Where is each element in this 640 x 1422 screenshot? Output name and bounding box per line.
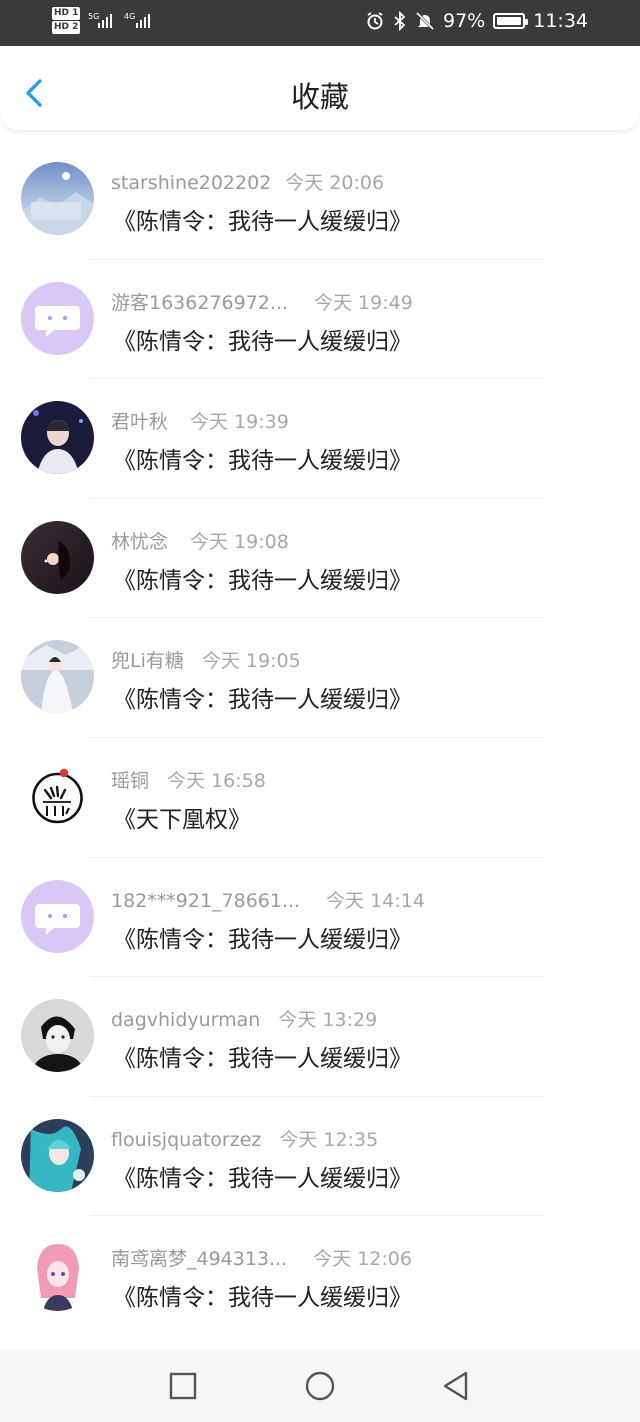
home-icon[interactable] (304, 1370, 336, 1402)
username: 瑶铜 (111, 769, 150, 792)
battery-icon (493, 13, 529, 29)
book-title[interactable]: 《陈情令：我待一人缓缓归》 (113, 920, 412, 954)
timestamp: 今天 19:08 (190, 530, 289, 553)
username: 182***921_78661... (111, 889, 301, 912)
list-item[interactable]: 兜Li有糖 今天 19:05 《陈情令：我待一人缓缓归》 (0, 618, 640, 738)
username: 兜Li有糖 (111, 650, 184, 673)
default-avatar-icon (21, 281, 94, 355)
username: 君叶秋 (111, 411, 169, 434)
book-title[interactable]: 《陈情令：我待一人缓缓归》 (113, 1159, 412, 1193)
avatar[interactable] (21, 520, 94, 594)
list-item[interactable]: dagvhidyurman 今天 13:29 《陈情令：我待一人缓缓归》 (0, 977, 640, 1097)
username: 南鸢离梦_494313... (111, 1248, 288, 1271)
timestamp: 今天 20:06 (285, 172, 385, 194)
avatar[interactable] (21, 281, 94, 355)
logo-avatar (21, 759, 94, 833)
list-item[interactable]: 182***921_78661... 今天 14:14 《陈情令：我待一人缓缓归》 (0, 858, 640, 978)
sim-indicators: HD 1 HD 2 (52, 6, 83, 34)
timestamp: 今天 13:29 (278, 1009, 378, 1032)
book-title[interactable]: 《陈情令：我待一人缓缓归》 (113, 1278, 412, 1312)
app-header: 收藏 (0, 46, 640, 130)
avatar[interactable] (21, 640, 94, 714)
timestamp: 今天 19:39 (190, 411, 289, 434)
timestamp: 今天 19:49 (314, 291, 413, 314)
avatar[interactable] (21, 1238, 94, 1312)
username: 林忧念 (111, 530, 169, 553)
hd2-badge: HD 2 (52, 21, 81, 34)
avatar[interactable] (21, 999, 94, 1073)
list-item[interactable]: 君叶秋 今天 19:39 《陈情令：我待一人缓缓归》 (0, 379, 640, 499)
default-avatar-icon (21, 879, 94, 953)
username: dagvhidyurman (111, 1009, 261, 1032)
username: starshine202202 (111, 172, 272, 194)
page-title: 收藏 (290, 80, 349, 114)
status-right: 97% 11:34 (365, 10, 588, 32)
timestamp: 今天 16:58 (167, 769, 266, 792)
book-title[interactable]: 《陈情令：我待一人缓缓归》 (113, 441, 412, 475)
mute-bell-icon (415, 11, 435, 31)
list-item[interactable]: starshine202202 今天 20:06 《陈情令：我待一人缓缓归》 (0, 140, 640, 260)
list-item[interactable]: 瑶铜 今天 16:58 《天下凰权》 (0, 738, 640, 858)
avatar[interactable] (21, 162, 94, 235)
timestamp: 今天 12:06 (313, 1248, 412, 1271)
list-item[interactable]: 林忧念 今天 19:08 《陈情令：我待一人缓缓归》 (0, 499, 640, 619)
book-title[interactable]: 《陈情令：我待一人缓缓归》 (113, 680, 412, 714)
bluetooth-icon (394, 11, 406, 31)
system-nav-bar (0, 1350, 640, 1422)
favorites-list: starshine202202 今天 20:06 《陈情令：我待一人缓缓归》 游客… (0, 140, 640, 1336)
avatar[interactable] (21, 401, 94, 475)
book-title[interactable]: 《陈情令：我待一人缓缓归》 (113, 1039, 412, 1073)
list-item[interactable]: flouisjquatorzez 今天 12:35 《陈情令：我待一人缓缓归》 (0, 1097, 640, 1217)
timestamp: 今天 19:05 (201, 650, 301, 673)
alarm-icon (367, 12, 383, 30)
book-title[interactable]: 《陈情令：我待一人缓缓归》 (113, 202, 412, 236)
list-item[interactable]: 游客1636276972... 今天 19:49 《陈情令：我待一人缓缓归》 (0, 260, 640, 380)
avatar[interactable] (21, 1118, 94, 1192)
status-bar: HD 1 HD 2 5G 4G 97% 11:34 (0, 0, 640, 46)
signal-icon-2 (136, 14, 150, 28)
avatar[interactable] (21, 879, 94, 953)
timestamp: 今天 12:35 (279, 1128, 379, 1151)
book-title[interactable]: 《陈情令：我待一人缓缓归》 (113, 561, 412, 595)
clock: 11:34 (533, 10, 588, 32)
signal-4g-label: 4G (124, 12, 136, 21)
username: flouisjquatorzez (111, 1128, 262, 1151)
avatar[interactable] (21, 759, 94, 833)
recent-apps-icon[interactable] (167, 1370, 199, 1402)
list-item[interactable]: 南鸢离梦_494313... 今天 12:06 《陈情令：我待一人缓缓归》 (0, 1216, 640, 1336)
signal-icon-1 (98, 14, 112, 28)
hd1-badge: HD 1 (52, 7, 81, 20)
timestamp: 今天 14:14 (326, 889, 425, 912)
book-title[interactable]: 《天下凰权》 (113, 800, 251, 834)
book-title[interactable]: 《陈情令：我待一人缓缓归》 (113, 322, 412, 356)
battery-percent: 97% (443, 10, 486, 32)
username: 游客1636276972... (111, 291, 289, 314)
back-triangle-icon[interactable] (440, 1370, 472, 1402)
